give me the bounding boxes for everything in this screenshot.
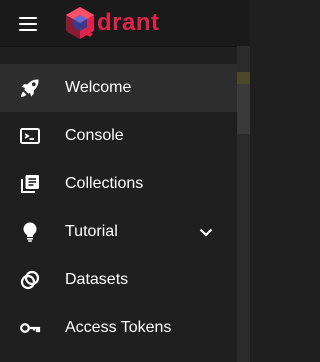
content-panel-edge bbox=[237, 46, 250, 362]
content-panel-accent-top bbox=[237, 72, 250, 84]
collections-icon bbox=[21, 175, 39, 193]
sidebar-item-console[interactable]: Console bbox=[0, 112, 237, 160]
sidebar-item-label: Access Tokens bbox=[65, 319, 172, 336]
lightbulb-icon bbox=[23, 222, 37, 242]
sidebar-item-collections[interactable]: Collections bbox=[0, 160, 237, 208]
sidebar-item-datasets[interactable]: Datasets bbox=[0, 256, 237, 304]
qdrant-logo[interactable]: drant bbox=[64, 6, 160, 40]
logo-text: drant bbox=[97, 9, 160, 36]
hamburger-menu-icon[interactable] bbox=[18, 14, 40, 32]
key-icon bbox=[20, 323, 41, 333]
sidebar-item-tutorial[interactable]: Tutorial bbox=[0, 208, 237, 256]
sidebar-item-label: Welcome bbox=[65, 79, 132, 96]
rocket-icon bbox=[21, 79, 39, 97]
top-app-bar: drant bbox=[0, 0, 250, 47]
sidebar-nav: Welcome Console Collections Tutorial Dat… bbox=[0, 64, 237, 362]
sidebar-item-label: Datasets bbox=[65, 271, 129, 288]
chevron-down-icon[interactable] bbox=[194, 220, 218, 244]
sidebar-item-welcome[interactable]: Welcome bbox=[0, 64, 237, 112]
app-page: drant Welcome Console Collections Tutori… bbox=[0, 0, 250, 362]
qdrant-logo-mark bbox=[66, 7, 94, 39]
sidebar-item-label: Tutorial bbox=[65, 223, 118, 240]
sidebar-item-access-tokens[interactable]: Access Tokens bbox=[0, 304, 237, 352]
datasets-icon bbox=[20, 270, 40, 290]
sidebar-item-label: Collections bbox=[65, 175, 144, 192]
terminal-icon bbox=[20, 128, 40, 144]
sidebar-item-label: Console bbox=[65, 127, 124, 144]
